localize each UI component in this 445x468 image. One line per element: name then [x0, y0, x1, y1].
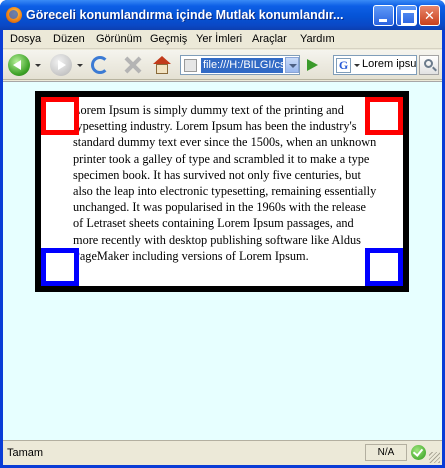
- menu-duzen[interactable]: Düzen: [53, 33, 85, 45]
- search-input[interactable]: Lorem ipsu: [362, 58, 416, 73]
- checkmark-icon: [411, 445, 426, 460]
- menu-yardim[interactable]: Yardım: [300, 33, 335, 45]
- stop-icon[interactable]: [124, 56, 142, 74]
- menu-yer-imleri[interactable]: Yer İmleri: [196, 33, 242, 45]
- home-roof: [153, 56, 171, 64]
- top-right-red-box: [365, 97, 403, 135]
- bottom-right-blue-box: [365, 248, 403, 286]
- bottom-left-blue-box: [41, 248, 79, 286]
- home-house: [156, 64, 168, 74]
- status-text: Tamam: [7, 447, 44, 459]
- back-arrow-icon: [13, 60, 21, 70]
- forward-history-dropdown-icon[interactable]: [77, 64, 83, 67]
- status-panel: N/A: [365, 444, 407, 461]
- go-button[interactable]: [307, 59, 318, 71]
- firefox-icon: [6, 7, 22, 23]
- client-area: Dosya Düzen Görünüm Geçmiş Yer İmleri Ar…: [3, 30, 442, 465]
- menu-gecmis[interactable]: Geçmiş: [150, 33, 187, 45]
- relative-container: Lorem Ipsum is simply dummy text of the …: [35, 91, 409, 292]
- forward-arrow-icon: [58, 60, 66, 70]
- menu-dosya[interactable]: Dosya: [10, 33, 41, 45]
- url-bar[interactable]: file:///H:/BILGI/cs: [180, 55, 300, 75]
- magnifier-handle: [432, 66, 437, 72]
- top-left-red-box: [41, 97, 79, 135]
- reload-icon[interactable]: [91, 56, 109, 74]
- resize-grip[interactable]: [429, 452, 440, 463]
- menu-araclar[interactable]: Araçlar: [252, 33, 287, 45]
- minimize-button[interactable]: [373, 5, 394, 26]
- browser-window: Göreceli konumlandırma içinde Mutlak kon…: [0, 0, 445, 468]
- status-bar: Tamam N/A: [3, 440, 442, 465]
- search-button[interactable]: [419, 55, 439, 75]
- window-title: Göreceli konumlandırma içinde Mutlak kon…: [26, 8, 344, 22]
- url-input[interactable]: file:///H:/BILGI/cs: [201, 58, 283, 73]
- menu-gorunum[interactable]: Görünüm: [96, 33, 142, 45]
- maximize-button[interactable]: [396, 5, 417, 26]
- page-viewport[interactable]: Lorem Ipsum is simply dummy text of the …: [3, 81, 442, 440]
- lorem-paragraph: Lorem Ipsum is simply dummy text of the …: [73, 103, 377, 263]
- menu-bar: Dosya Düzen Görünüm Geçmiş Yer İmleri Ar…: [3, 30, 442, 49]
- navigation-toolbar: file:///H:/BILGI/cs G Lorem ipsu: [3, 50, 442, 80]
- google-icon[interactable]: G: [336, 58, 351, 73]
- forward-button[interactable]: [50, 54, 72, 76]
- close-button[interactable]: ✕: [419, 5, 440, 26]
- search-engine-dropdown-icon[interactable]: [354, 64, 360, 67]
- page-icon: [184, 59, 197, 72]
- search-bar[interactable]: G Lorem ipsu: [333, 55, 417, 75]
- url-dropdown-button[interactable]: [285, 57, 299, 73]
- back-history-dropdown-icon[interactable]: [35, 64, 41, 67]
- back-button[interactable]: [8, 54, 30, 76]
- title-bar[interactable]: Göreceli konumlandırma içinde Mutlak kon…: [0, 0, 445, 30]
- home-icon[interactable]: [153, 56, 171, 74]
